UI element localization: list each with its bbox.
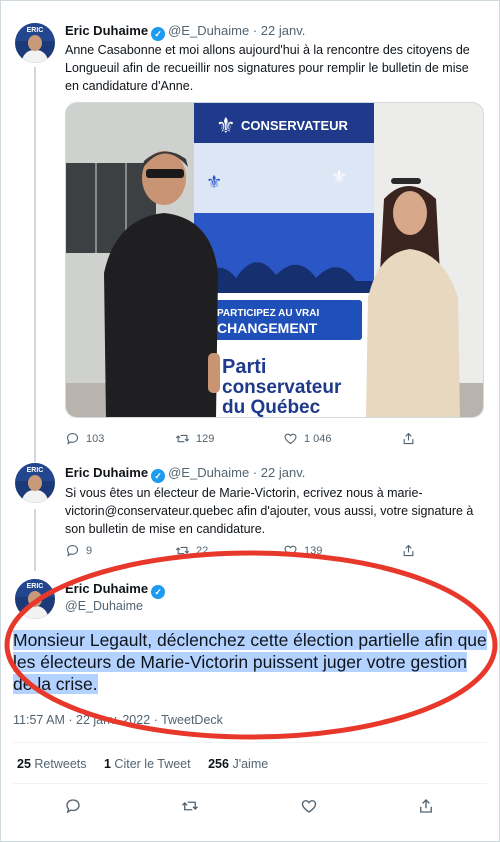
tweet-text: Si vous êtes un électeur de Marie-Victor… bbox=[65, 486, 474, 536]
banner-party-line3: du Québec bbox=[222, 397, 321, 418]
tweet-header: Eric Duhaime ✓ @E_Duhaime · 22 janv. bbox=[65, 23, 305, 41]
share-icon bbox=[420, 799, 432, 813]
verified-icon: ✓ bbox=[151, 585, 166, 599]
reply-button[interactable] bbox=[64, 797, 82, 815]
main-tweet-actions bbox=[1, 797, 499, 817]
quotes-stat[interactable]: 1 Citer le Tweet bbox=[104, 757, 191, 771]
avatar[interactable]: ERIC bbox=[15, 23, 55, 63]
share-button[interactable] bbox=[401, 543, 416, 558]
svg-text:⚜: ⚜ bbox=[216, 114, 236, 139]
share-button[interactable] bbox=[417, 797, 435, 815]
quotes-count: 1 bbox=[103, 757, 111, 771]
verified-icon: ✓ bbox=[151, 469, 166, 483]
divider bbox=[13, 742, 487, 743]
retweet-count: 129 bbox=[196, 432, 215, 445]
tweet-actions: 9 22 139 bbox=[65, 543, 425, 561]
share-button[interactable] bbox=[401, 431, 416, 446]
tweet-full-date[interactable]: 22 janv. 2022 bbox=[76, 713, 150, 727]
svg-text:⚜: ⚜ bbox=[206, 172, 222, 193]
like-button[interactable]: 1 046 bbox=[283, 431, 332, 446]
retweet-button[interactable]: 129 bbox=[175, 431, 214, 446]
thread-connector bbox=[34, 509, 36, 571]
avatar-face bbox=[28, 591, 42, 607]
retweet-icon bbox=[175, 434, 190, 443]
avatar-body bbox=[22, 606, 48, 619]
like-icon bbox=[301, 800, 317, 813]
meta-separator: · bbox=[153, 713, 158, 727]
like-icon bbox=[284, 433, 297, 445]
like-button[interactable] bbox=[300, 797, 318, 815]
tweet-thread: ERIC Eric Duhaime ✓ @E_Duhaime · 22 janv. … bbox=[0, 0, 500, 842]
author-handle[interactable]: @E_Duhaime bbox=[168, 465, 249, 480]
likes-label: J'aime bbox=[232, 757, 269, 771]
like-button[interactable]: 139 bbox=[283, 543, 322, 558]
photo-illustration: ⚜ ⚜ ⚜ CONSERVATEUR PARTICIPEZ AU VRAI CH… bbox=[66, 103, 483, 418]
author-name[interactable]: Eric Duhaime bbox=[65, 465, 148, 480]
quotes-label: Citer le Tweet bbox=[114, 757, 191, 771]
reply-count: 9 bbox=[86, 544, 93, 557]
selected-text[interactable]: Monsieur Legault, déclenchez cette élect… bbox=[13, 630, 487, 694]
banner-cta-line1: PARTICIPEZ AU VRAI bbox=[217, 308, 319, 319]
likes-count: 256 bbox=[208, 757, 229, 771]
like-icon bbox=[284, 545, 297, 557]
avatar-face bbox=[28, 35, 42, 51]
svg-text:⚜: ⚜ bbox=[331, 167, 347, 188]
avatar[interactable]: ERIC bbox=[15, 463, 55, 503]
reply-button[interactable]: 103 bbox=[65, 431, 104, 446]
tweet-text: Anne Casabonne et moi allons aujourd'hui… bbox=[65, 43, 470, 93]
retweet-icon bbox=[182, 801, 198, 811]
reply-icon bbox=[66, 544, 79, 557]
reply-count: 103 bbox=[86, 432, 105, 445]
banner-brand: CONSERVATEUR bbox=[241, 118, 349, 133]
tweet-date[interactable]: · 22 janv. bbox=[253, 23, 306, 38]
tweet-stats: 25 Retweets 1 Citer le Tweet 256 J'aime bbox=[17, 757, 282, 771]
meta-separator: · bbox=[68, 713, 73, 727]
retweet-icon bbox=[175, 546, 190, 555]
banner-party-line1: Parti bbox=[222, 356, 266, 378]
tweet-date[interactable]: · 22 janv. bbox=[253, 465, 306, 480]
tweet-actions: 103 129 1 046 bbox=[65, 431, 425, 449]
author-handle[interactable]: @E_Duhaime bbox=[168, 23, 249, 38]
like-count: 139 bbox=[304, 544, 323, 557]
banner-party-line2: conservateur bbox=[222, 377, 342, 398]
main-tweet-text: Monsieur Legault, déclenchez cette élect… bbox=[13, 629, 489, 695]
retweets-stat[interactable]: 25 Retweets bbox=[17, 757, 87, 771]
retweet-button[interactable]: 22 bbox=[175, 543, 208, 558]
avatar[interactable]: ERIC bbox=[15, 579, 55, 619]
tweet-photo[interactable]: ⚜ ⚜ ⚜ CONSERVATEUR PARTICIPEZ AU VRAI CH… bbox=[65, 102, 484, 418]
reply-icon bbox=[66, 432, 79, 445]
share-icon bbox=[403, 544, 414, 557]
author-handle[interactable]: @E_Duhaime bbox=[65, 599, 143, 613]
likes-stat[interactable]: 256 J'aime bbox=[208, 757, 268, 771]
tweet-meta: 11:57 AM · 22 janv. 2022 · TweetDeck bbox=[13, 713, 223, 727]
main-tweet-author: Eric Duhaime ✓ bbox=[65, 581, 168, 599]
author-name[interactable]: Eric Duhaime bbox=[65, 581, 148, 596]
reply-button[interactable]: 9 bbox=[65, 543, 92, 558]
retweet-count: 22 bbox=[196, 544, 209, 557]
thread-connector bbox=[34, 67, 36, 462]
banner-cta-line2: CHANGEMENT bbox=[217, 320, 318, 336]
avatar-body bbox=[22, 490, 48, 503]
avatar-body bbox=[22, 50, 48, 63]
divider bbox=[13, 783, 487, 784]
author-name[interactable]: Eric Duhaime bbox=[65, 23, 148, 38]
tweet-source[interactable]: TweetDeck bbox=[161, 713, 223, 727]
retweets-label: Retweets bbox=[34, 757, 87, 771]
retweets-count: 25 bbox=[17, 757, 31, 771]
tweet-time[interactable]: 11:57 AM bbox=[13, 713, 65, 727]
like-count: 1 046 bbox=[304, 432, 332, 445]
verified-icon: ✓ bbox=[151, 27, 166, 41]
avatar-face bbox=[28, 475, 42, 491]
retweet-button[interactable] bbox=[181, 797, 199, 815]
share-icon bbox=[403, 432, 414, 445]
reply-icon bbox=[66, 799, 80, 814]
tweet-header: Eric Duhaime ✓ @E_Duhaime · 22 janv. bbox=[65, 465, 305, 483]
